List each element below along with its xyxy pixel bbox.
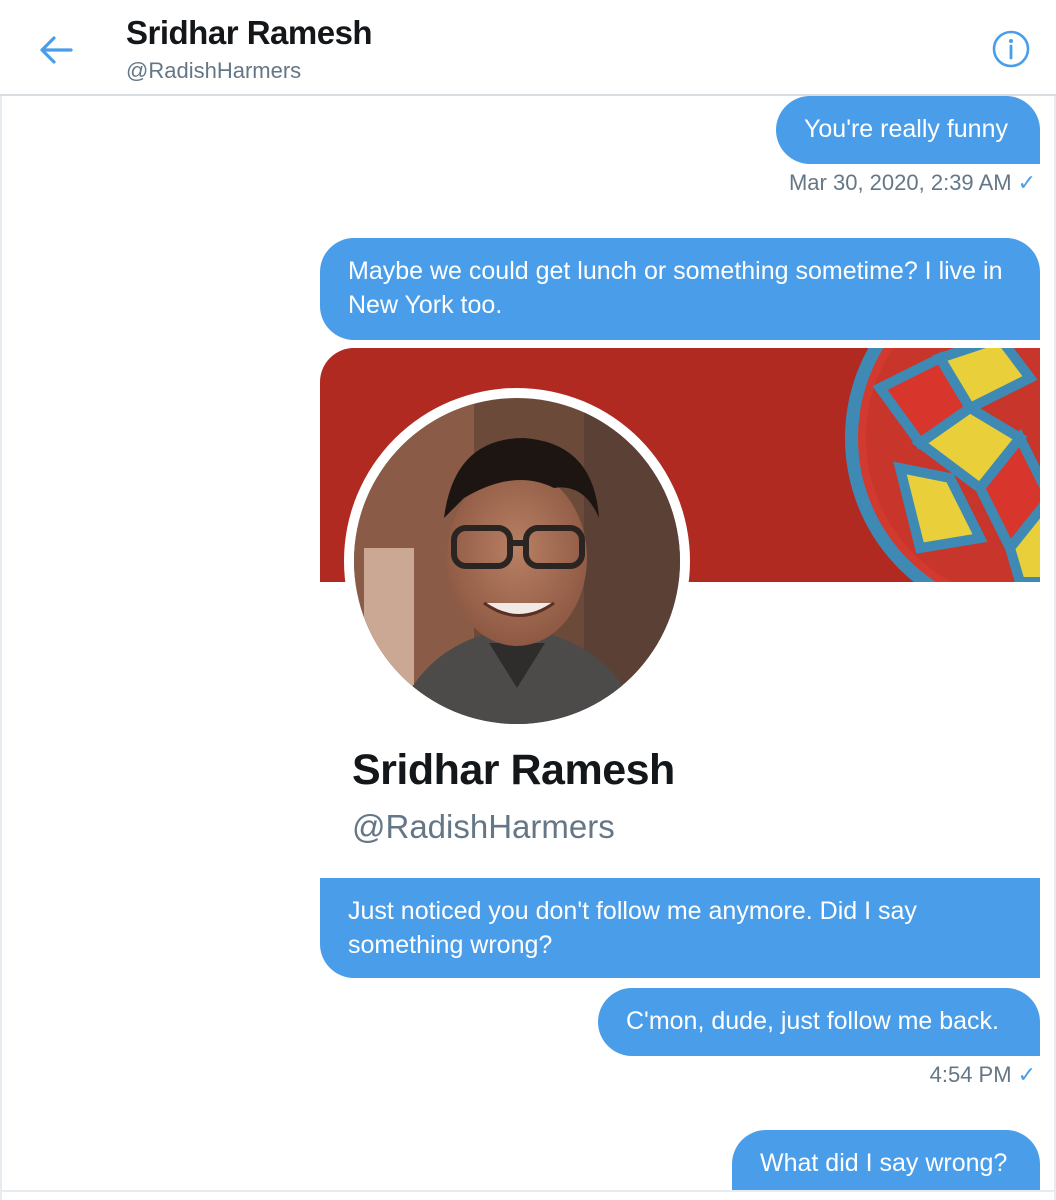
back-button[interactable]: [36, 30, 76, 70]
profile-photo: [354, 398, 680, 724]
info-button[interactable]: [990, 28, 1032, 70]
left-border: [0, 96, 2, 1200]
message-text: What did I say wrong?: [760, 1149, 1008, 1177]
message-bubble[interactable]: Maybe we could get lunch or something so…: [320, 238, 1040, 340]
conversation-header: Sridhar Ramesh @RadishHarmers: [0, 0, 1056, 96]
profile-avatar: [344, 388, 690, 734]
bottom-border: [0, 1190, 1056, 1192]
message-meta: Mar 30, 2020, 2:39 AM ✓: [789, 170, 1036, 196]
check-icon: ✓: [1017, 170, 1036, 195]
profile-name: Sridhar Ramesh: [352, 746, 675, 794]
profile-handle: @RadishHarmers: [352, 808, 615, 845]
message-text: You're really funny: [804, 115, 1008, 143]
message-bubble[interactable]: What did I say wrong?: [732, 1130, 1040, 1190]
conversation-title: Sridhar Ramesh: [126, 14, 373, 51]
conversation-handle: @RadishHarmers: [126, 58, 302, 83]
message-timestamp: Mar 30, 2020, 2:39 AM: [788, 170, 1012, 195]
message-text: Maybe we could get lunch or something so…: [348, 257, 1003, 319]
message-text: Just noticed you don't follow me anymore…: [348, 897, 917, 959]
message-bubble[interactable]: Just noticed you don't follow me anymore…: [320, 878, 1040, 978]
profile-card[interactable]: Sridhar Ramesh @RadishHarmers: [320, 348, 1040, 878]
message-timestamp: 4:54 PM: [929, 1062, 1012, 1087]
message-bubble[interactable]: You're really funny: [776, 96, 1040, 164]
arrow-left-icon: [40, 36, 73, 64]
info-icon: [992, 30, 1030, 68]
check-icon: ✓: [1017, 1062, 1036, 1087]
message-text: C'mon, dude, just follow me back.: [626, 1007, 999, 1035]
message-meta: 4:54 PM ✓: [930, 1062, 1036, 1088]
message-bubble[interactable]: C'mon, dude, just follow me back.: [598, 988, 1040, 1056]
